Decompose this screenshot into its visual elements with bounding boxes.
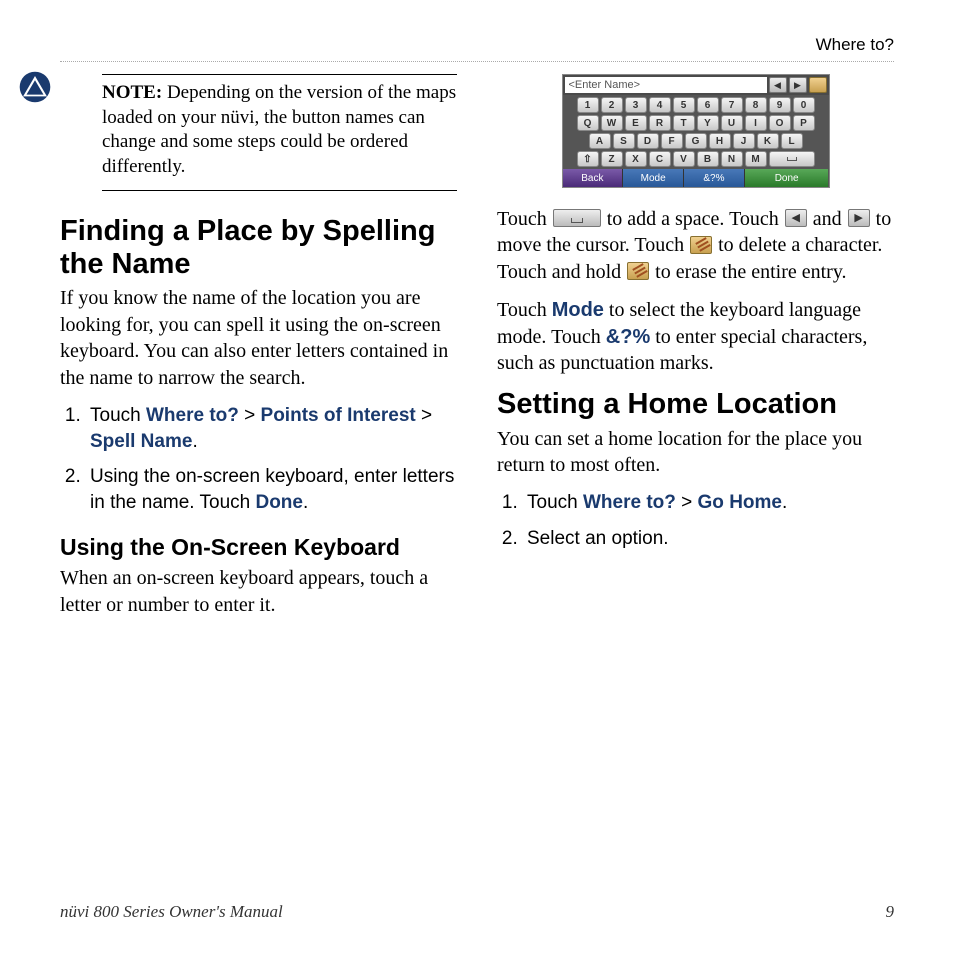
keyboard-key[interactable]: R bbox=[649, 115, 671, 131]
keyboard-key[interactable]: E bbox=[625, 115, 647, 131]
right-arrow-icon: ▶ bbox=[848, 209, 870, 227]
note-label: NOTE: bbox=[102, 82, 162, 103]
page-number: 9 bbox=[886, 902, 895, 922]
warning-triangle-icon bbox=[18, 70, 52, 104]
keyboard-done-button[interactable]: Done bbox=[745, 169, 829, 187]
keyboard-key[interactable]: C bbox=[649, 151, 671, 167]
keyboard-key[interactable]: J bbox=[733, 133, 755, 149]
keyboard-symbols-button[interactable]: &?% bbox=[684, 169, 745, 187]
keyboard-key[interactable]: 6 bbox=[697, 97, 719, 113]
list-item: Using the on-screen keyboard, enter lett… bbox=[86, 464, 457, 515]
keyboard-key[interactable]: 0 bbox=[793, 97, 815, 113]
keyboard-help-para2: Touch Mode to select the keyboard langua… bbox=[497, 297, 894, 376]
list-item: Select an option. bbox=[523, 526, 894, 552]
subsection-text: When an on-screen keyboard appears, touc… bbox=[60, 565, 457, 618]
keyboard-key[interactable]: Z bbox=[601, 151, 623, 167]
ui-mode: Mode bbox=[552, 299, 604, 321]
keyboard-key[interactable]: 1 bbox=[577, 97, 599, 113]
keyboard-input-field[interactable]: <Enter Name> bbox=[565, 77, 767, 93]
note-block: NOTE: Depending on the version of the ma… bbox=[60, 74, 457, 191]
keyboard-key[interactable]: X bbox=[625, 151, 647, 167]
keyboard-key[interactable]: M bbox=[745, 151, 767, 167]
ui-done: Done bbox=[255, 492, 303, 513]
keyboard-key[interactable]: 8 bbox=[745, 97, 767, 113]
keyboard-key[interactable]: L bbox=[781, 133, 803, 149]
ui-where-to-2: Where to? bbox=[583, 492, 676, 513]
keyboard-key[interactable]: F bbox=[661, 133, 683, 149]
ui-poi: Points of Interest bbox=[261, 405, 416, 426]
keyboard-key[interactable]: Y bbox=[697, 115, 719, 131]
section2-steps: Touch Where to? > Go Home. Select an opt… bbox=[497, 490, 894, 551]
breadcrumb: Where to? bbox=[816, 35, 894, 54]
keyboard-back-button[interactable]: Back bbox=[563, 169, 624, 187]
keyboard-key[interactable]: ⇧ bbox=[577, 151, 599, 167]
footer-title: nüvi 800 Series Owner's Manual bbox=[60, 902, 283, 922]
ui-where-to: Where to? bbox=[146, 405, 239, 426]
left-column: NOTE: Depending on the version of the ma… bbox=[60, 74, 457, 630]
ui-spell-name: Spell Name bbox=[90, 431, 192, 452]
space-key-icon bbox=[553, 209, 601, 227]
keyboard-key[interactable]: V bbox=[673, 151, 695, 167]
keyboard-key[interactable]: 2 bbox=[601, 97, 623, 113]
section2-intro: You can set a home location for the plac… bbox=[497, 426, 894, 479]
list-item: Touch Where to? > Points of Interest > S… bbox=[86, 403, 457, 454]
right-column: <Enter Name> ◀ ▶ 1234567890 QWERTYUIOP A… bbox=[497, 74, 894, 630]
keyboard-key[interactable]: N bbox=[721, 151, 743, 167]
ui-symbols: &?% bbox=[606, 326, 650, 348]
keyboard-key[interactable]: 7 bbox=[721, 97, 743, 113]
keyboard-mode-button[interactable]: Mode bbox=[623, 169, 684, 187]
keyboard-key[interactable]: 5 bbox=[673, 97, 695, 113]
onscreen-keyboard-screenshot: <Enter Name> ◀ ▶ 1234567890 QWERTYUIOP A… bbox=[562, 74, 830, 188]
keyboard-key[interactable]: I bbox=[745, 115, 767, 131]
page-header: Where to? bbox=[60, 35, 894, 62]
subsection-title: Using the On-Screen Keyboard bbox=[60, 534, 457, 562]
keyboard-key[interactable]: P bbox=[793, 115, 815, 131]
erase-key-icon bbox=[690, 236, 712, 254]
cursor-left-icon[interactable]: ◀ bbox=[769, 77, 787, 93]
keyboard-key[interactable]: O bbox=[769, 115, 791, 131]
section1-intro: If you know the name of the location you… bbox=[60, 285, 457, 391]
keyboard-key[interactable]: Q bbox=[577, 115, 599, 131]
keyboard-help-para1: Touch to add a space. Touch ◀ and ▶ to m… bbox=[497, 206, 894, 285]
keyboard-key[interactable]: H bbox=[709, 133, 731, 149]
page-footer: nüvi 800 Series Owner's Manual 9 bbox=[60, 902, 894, 922]
keyboard-key[interactable]: U bbox=[721, 115, 743, 131]
section1-title: Finding a Place by Spelling the Name bbox=[60, 215, 457, 282]
keyboard-key[interactable]: 4 bbox=[649, 97, 671, 113]
keyboard-key[interactable]: T bbox=[673, 115, 695, 131]
erase-icon[interactable] bbox=[809, 77, 827, 93]
keyboard-key[interactable]: W bbox=[601, 115, 623, 131]
keyboard-key[interactable]: K bbox=[757, 133, 779, 149]
content-columns: NOTE: Depending on the version of the ma… bbox=[60, 74, 894, 630]
keyboard-key[interactable]: A bbox=[589, 133, 611, 149]
section1-steps: Touch Where to? > Points of Interest > S… bbox=[60, 403, 457, 516]
cursor-right-icon[interactable]: ▶ bbox=[789, 77, 807, 93]
keyboard-key[interactable]: 9 bbox=[769, 97, 791, 113]
section2-title: Setting a Home Location bbox=[497, 388, 894, 421]
erase-key-hold-icon bbox=[627, 262, 649, 280]
keyboard-key[interactable]: D bbox=[637, 133, 659, 149]
list-item: Touch Where to? > Go Home. bbox=[523, 490, 894, 516]
keyboard-key[interactable]: 3 bbox=[625, 97, 647, 113]
keyboard-key[interactable]: G bbox=[685, 133, 707, 149]
keyboard-key[interactable]: B bbox=[697, 151, 719, 167]
keyboard-space-key[interactable] bbox=[769, 151, 815, 167]
left-arrow-icon: ◀ bbox=[785, 209, 807, 227]
ui-go-home: Go Home bbox=[698, 492, 782, 513]
keyboard-key[interactable]: S bbox=[613, 133, 635, 149]
